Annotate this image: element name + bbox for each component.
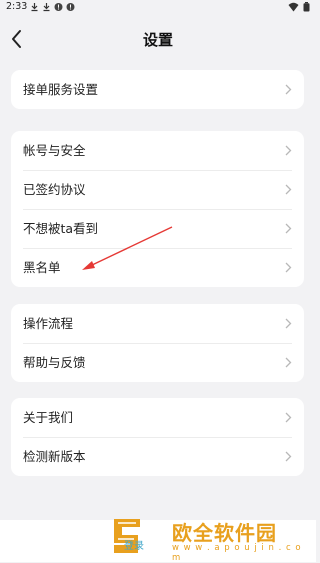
status-time: 2:33 [6, 1, 28, 12]
chevron-right-icon [285, 223, 292, 234]
settings-item-label: 黑名单 [23, 260, 61, 275]
watermark-title: 欧全软件园 [172, 521, 277, 545]
download-icon [42, 2, 51, 12]
settings-item-label: 接单服务设置 [23, 82, 99, 97]
nav-bar: 设置 [0, 20, 316, 60]
chevron-right-icon [285, 318, 292, 329]
watermark: 登录 欧全软件园 w w w . a p o u j i n . c o m [112, 515, 312, 563]
settings-item-about-us[interactable]: 关于我们 [11, 398, 304, 437]
battery-icon [303, 2, 310, 12]
status-notification-icons [30, 2, 75, 12]
chevron-right-icon [285, 357, 292, 368]
login-link[interactable]: 登录 [124, 537, 144, 552]
settings-item-label: 已签约协议 [23, 182, 86, 197]
chevron-right-icon [285, 262, 292, 273]
settings-item-label: 检测新版本 [23, 449, 86, 464]
settings-item-label: 操作流程 [23, 316, 74, 331]
settings-group-help: 操作流程 帮助与反馈 [11, 304, 304, 382]
alert-icon [54, 2, 63, 12]
settings-group-service: 接单服务设置 [11, 70, 304, 109]
chevron-right-icon [285, 145, 292, 156]
chevron-right-icon [285, 84, 292, 95]
settings-item-operation-flow[interactable]: 操作流程 [11, 304, 304, 343]
status-system-icons [288, 2, 310, 12]
settings-group-account: 帐号与安全 已签约协议 不想被ta看到 黑名单 [11, 131, 304, 287]
settings-item-signed-agreements[interactable]: 已签约协议 [11, 170, 304, 209]
settings-item-hide-from[interactable]: 不想被ta看到 [11, 209, 304, 248]
wifi-icon [288, 2, 299, 12]
settings-item-account-security[interactable]: 帐号与安全 [11, 131, 304, 170]
alert-icon [66, 2, 75, 12]
status-bar: 2:33 [0, 0, 316, 14]
settings-item-label: 帮助与反馈 [23, 355, 86, 370]
chevron-right-icon [285, 412, 292, 423]
settings-item-order-service[interactable]: 接单服务设置 [11, 70, 304, 109]
chevron-right-icon [285, 184, 292, 195]
page-title: 设置 [142, 31, 173, 49]
settings-item-label: 帐号与安全 [23, 143, 86, 158]
chevron-right-icon [285, 451, 292, 462]
settings-group-about: 关于我们 检测新版本 [11, 398, 304, 476]
settings-item-label: 关于我们 [23, 410, 74, 425]
settings-item-help-feedback[interactable]: 帮助与反馈 [11, 343, 304, 382]
settings-item-blacklist[interactable]: 黑名单 [11, 248, 304, 287]
settings-item-label: 不想被ta看到 [23, 221, 99, 236]
download-icon [30, 2, 39, 12]
watermark-url: w w w . a p o u j i n . c o m [172, 543, 302, 563]
settings-item-check-update[interactable]: 检测新版本 [11, 437, 304, 476]
